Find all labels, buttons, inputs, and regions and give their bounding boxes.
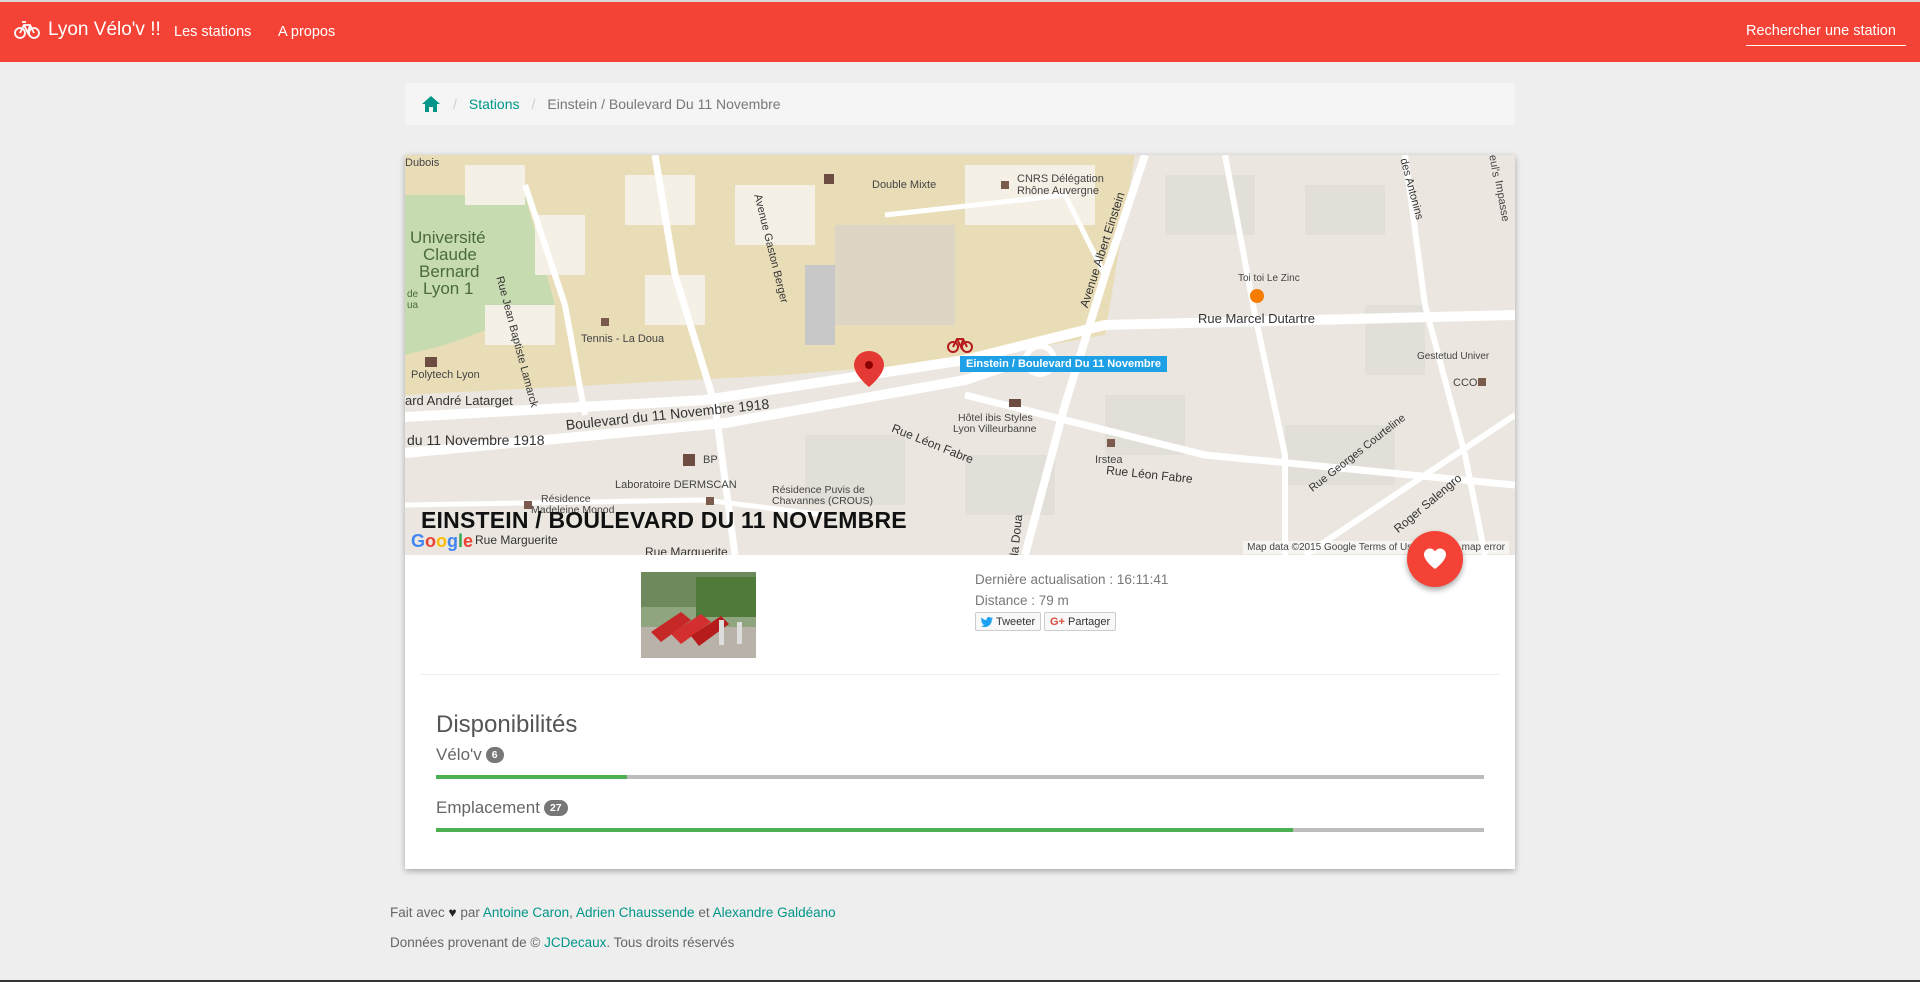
brand-link[interactable]: Lyon Vélo'v !! <box>14 19 161 41</box>
distance: Distance : 79 m <box>975 593 1069 608</box>
author-link-alexandre[interactable]: Alexandre Galdéano <box>713 905 836 920</box>
bikes-progress <box>436 775 1484 779</box>
station-map-tag[interactable]: Einstein / Boulevard Du 11 Novembre <box>960 356 1168 372</box>
map-label-cnrs: CNRS Délégation <box>1017 173 1104 185</box>
breadcrumb-separator: / <box>453 96 457 112</box>
last-update: Dernière actualisation : 16:11:41 <box>975 572 1169 587</box>
heart-icon <box>1424 548 1446 569</box>
jcdecaux-link[interactable]: JCDecaux <box>544 935 606 950</box>
google-plus-share-button[interactable]: G+ Partager <box>1044 612 1117 631</box>
availability-title: Disponibilités <box>436 711 578 738</box>
bikes-label-text: Vélo'v <box>436 745 482 764</box>
footer-data-from: Données provenant de © <box>390 935 541 950</box>
nav-link-stations[interactable]: Les stations <box>174 24 251 40</box>
brand-label: Lyon Vélo'v !! <box>48 19 161 40</box>
google-logo: Google <box>411 531 474 551</box>
map-label-ibis-2: Lyon Villeurbanne <box>953 423 1037 435</box>
footer-credits: Fait avec ♥ par Antoine Caron, Adrien Ch… <box>390 905 836 920</box>
google-plus-icon: G+ <box>1050 615 1065 628</box>
station-card: Université Claude Bernard Lyon 1 de ua D… <box>405 155 1515 869</box>
footer-made-with: Fait avec <box>390 905 445 920</box>
map-label-puvis-2: Chavannes (CROUS) <box>772 495 873 507</box>
slots-label: Emplacement 27 <box>436 798 568 818</box>
footer-data-source: Données provenant de © JCDecaux. Tous dr… <box>390 935 734 950</box>
map-label-dubois: Dubois <box>405 157 440 169</box>
breadcrumb-current: Einstein / Boulevard Du 11 Novembre <box>547 96 781 112</box>
map-street-marguerite: Rue Marguerite <box>475 533 558 547</box>
map-label-bernard: Bernard <box>419 262 480 281</box>
station-photo <box>641 572 756 658</box>
breadcrumb-stations[interactable]: Stations <box>469 96 520 112</box>
map-street-boulevard-west: du 11 Novembre 1918 <box>407 432 545 448</box>
map-label-de: de <box>407 289 419 300</box>
slots-progress <box>436 828 1484 832</box>
station-map[interactable]: Université Claude Bernard Lyon 1 de ua D… <box>405 155 1515 555</box>
navbar: Lyon Vélo'v !! Les stations A propos Rec… <box>0 0 1920 62</box>
slots-label-text: Emplacement <box>436 798 540 817</box>
slots-count-badge: 27 <box>543 800 568 816</box>
map-street-marguerite-2: Rue Marguerite <box>645 545 728 555</box>
breadcrumb: / Stations / Einstein / Boulevard Du 11 … <box>405 83 1515 125</box>
footer-by: par <box>460 905 480 920</box>
author-link-adrien[interactable]: Adrien Chaussende <box>576 905 695 920</box>
tweet-button[interactable]: Tweeter <box>975 612 1042 631</box>
footer-and: et <box>698 905 710 920</box>
station-title: EINSTEIN / BOULEVARD DU 11 NOVEMBRE <box>421 507 907 533</box>
heart-icon: ♥ <box>448 905 457 920</box>
map-label-double-mixte: Double Mixte <box>872 179 937 191</box>
map-label-toi-toi: Toi toi Le Zinc <box>1238 273 1300 284</box>
slots-progress-fill <box>436 828 1294 832</box>
map-label-cnrs-2: Rhône Auvergne <box>1017 185 1099 197</box>
map-label-cco: CCO <box>1453 377 1478 389</box>
home-icon[interactable] <box>421 95 441 113</box>
bikes-label: Vélo'v 6 <box>436 745 504 765</box>
breadcrumb-separator: / <box>531 96 536 112</box>
bikes-progress-fill <box>436 775 627 779</box>
divider <box>420 674 1500 675</box>
map-label-universite: Université <box>410 228 486 247</box>
map-label-claude: Claude <box>423 245 477 264</box>
map-label-tennis: Tennis - La Doua <box>581 333 665 345</box>
map-street-marcel-dutartre: Rue Marcel Dutartre <box>1198 311 1316 326</box>
map-label-bp: BP <box>703 454 718 466</box>
map-label-dermscan: Laboratoire DERMSCAN <box>615 479 737 491</box>
map-label-lyon1: Lyon 1 <box>423 279 474 298</box>
bicycle-icon <box>14 21 40 39</box>
map-label-ua: ua <box>407 300 419 311</box>
author-link-antoine[interactable]: Antoine Caron <box>483 905 569 920</box>
map-attribution[interactable]: Map data ©2015 Google Terms of Use Repor… <box>1243 541 1509 554</box>
favorite-button[interactable] <box>1407 531 1463 587</box>
map-label-polytech: Polytech Lyon <box>411 369 480 381</box>
nav-link-about[interactable]: A propos <box>278 24 335 40</box>
share-label: Partager <box>1067 615 1111 628</box>
map-label-gestetud: Gestetud Univer <box>1417 351 1490 362</box>
tweet-label: Tweeter <box>996 615 1036 628</box>
footer-comma: , <box>569 905 573 920</box>
map-street-andre-latarget: ard André Latarget <box>405 393 513 408</box>
search-input[interactable]: Rechercher une station <box>1746 23 1906 46</box>
footer-rights: . Tous droits réservés <box>606 935 735 950</box>
twitter-icon <box>981 616 993 627</box>
bikes-count-badge: 6 <box>485 747 504 763</box>
